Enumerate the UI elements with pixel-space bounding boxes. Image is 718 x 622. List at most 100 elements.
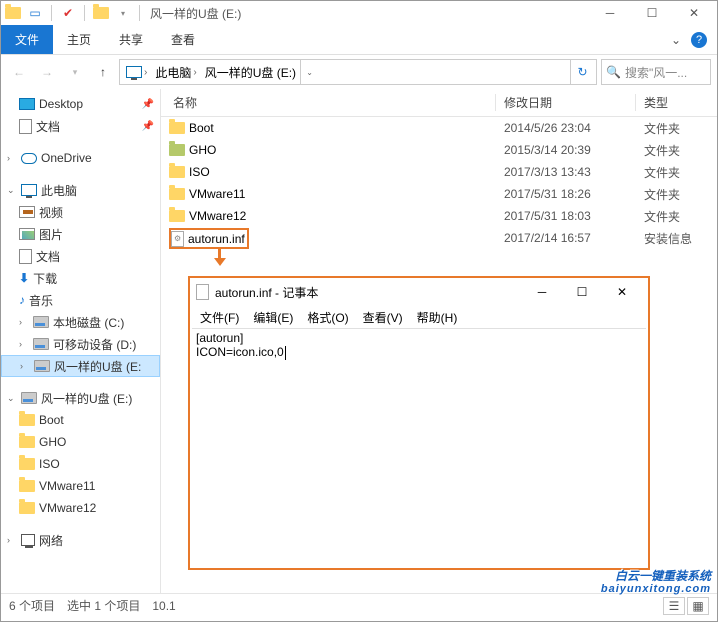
notepad-minimize-button[interactable]: ─ <box>522 278 562 306</box>
folder-icon <box>19 458 35 470</box>
text-cursor <box>285 346 286 360</box>
tree-folder-boot[interactable]: Boot <box>1 409 160 431</box>
disk-icon <box>34 360 50 372</box>
minimize-button[interactable]: ─ <box>589 1 631 25</box>
tree-folder-vmware11[interactable]: VMware11 <box>1 475 160 497</box>
back-button[interactable]: ← <box>7 60 31 84</box>
breadcrumb-bar[interactable]: › 此电脑› 风一样的U盘 (E:) ⌄ ↻ <box>119 59 597 85</box>
tab-file[interactable]: 文件 <box>1 25 53 54</box>
disk-icon <box>33 338 49 350</box>
forward-button[interactable]: → <box>35 60 59 84</box>
tab-share[interactable]: 共享 <box>105 25 157 54</box>
status-item-count: 6 个项目 <box>9 597 55 614</box>
tree-network[interactable]: ›网络 <box>1 529 160 551</box>
list-item[interactable]: VMware122017/5/31 18:03文件夹 <box>161 205 717 227</box>
pin-icon: 📌 <box>142 121 154 132</box>
list-item[interactable]: Boot2014/5/26 23:04文件夹 <box>161 117 717 139</box>
tree-videos[interactable]: 视频 <box>1 201 160 223</box>
folder-icon <box>19 436 35 448</box>
tree-downloads[interactable]: ⬇下载 <box>1 267 160 289</box>
notepad-text-area[interactable]: [autorun] ICON=icon.ico,0 <box>192 328 646 566</box>
inf-file-icon <box>171 231 184 247</box>
notepad-menu-file[interactable]: 文件(F) <box>194 309 245 326</box>
column-date[interactable]: 修改日期 <box>496 94 636 111</box>
notepad-maximize-button[interactable]: ☐ <box>562 278 602 306</box>
view-icons-button[interactable]: ▦ <box>687 597 709 615</box>
view-details-button[interactable]: ☰ <box>663 597 685 615</box>
search-placeholder: 搜索"风一... <box>625 64 687 81</box>
tree-folder-gho[interactable]: GHO <box>1 431 160 453</box>
status-size: 10.1 <box>152 599 175 613</box>
quick-access-toolbar: ▭ ✔ ▾ <box>3 3 144 23</box>
tab-view[interactable]: 查看 <box>157 25 209 54</box>
desktop-icon <box>19 98 35 110</box>
list-item-autorun[interactable]: autorun.inf 2017/2/14 16:57安装信息 <box>161 227 717 249</box>
tree-folder-iso[interactable]: ISO <box>1 453 160 475</box>
notepad-title: autorun.inf - 记事本 <box>215 284 318 301</box>
notepad-menu-bar[interactable]: 文件(F) 编辑(E) 格式(O) 查看(V) 帮助(H) <box>190 306 648 328</box>
tree-drive-d[interactable]: ›可移动设备 (D:) <box>1 333 160 355</box>
folder-icon <box>169 210 185 222</box>
tree-music[interactable]: ♪音乐 <box>1 289 160 311</box>
folder-icon <box>169 166 185 178</box>
crumb-drive[interactable]: 风一样的U盘 (E:) <box>205 64 296 81</box>
qat-check-icon[interactable]: ✔ <box>58 3 78 23</box>
tree-documents[interactable]: 文档📌 <box>1 115 160 137</box>
list-item[interactable]: GHO2015/3/14 20:39文件夹 <box>161 139 717 161</box>
picture-icon <box>19 228 35 240</box>
up-button[interactable]: ↑ <box>91 60 115 84</box>
tab-home[interactable]: 主页 <box>53 25 105 54</box>
window-titlebar: ▭ ✔ ▾ 风一样的U盘 (E:) ─ ☐ ✕ <box>1 1 717 25</box>
watermark: 白云一键重装系统 baiyunxitong.com <box>601 570 711 595</box>
notepad-menu-view[interactable]: 查看(V) <box>357 309 409 326</box>
list-item[interactable]: ISO2017/3/13 13:43文件夹 <box>161 161 717 183</box>
tree-this-pc[interactable]: ⌄此电脑 <box>1 179 160 201</box>
breadcrumb-dropdown-icon[interactable]: ⌄ <box>300 60 318 84</box>
qat-properties-icon[interactable]: ▭ <box>25 3 45 23</box>
close-button[interactable]: ✕ <box>673 1 715 25</box>
ribbon-tabs: 文件 主页 共享 查看 ⌄ ? <box>1 25 717 55</box>
tree-folder-vmware12[interactable]: VMware12 <box>1 497 160 519</box>
notepad-close-button[interactable]: ✕ <box>602 278 642 306</box>
tree-pictures[interactable]: 图片 <box>1 223 160 245</box>
qat-dropdown-icon[interactable]: ▾ <box>113 3 133 23</box>
tree-desktop[interactable]: Desktop📌 <box>1 93 160 115</box>
folder-icon <box>169 188 185 200</box>
crumb-pc[interactable]: 此电脑 <box>155 64 191 81</box>
tree-drive-c[interactable]: ›本地磁盘 (C:) <box>1 311 160 333</box>
status-bar: 6 个项目 选中 1 个项目 10.1 ☰ ▦ <box>1 593 717 617</box>
pc-icon <box>21 184 37 196</box>
notepad-menu-edit[interactable]: 编辑(E) <box>247 309 299 326</box>
disk-icon <box>33 316 49 328</box>
column-headers[interactable]: 名称 修改日期 类型 <box>161 89 717 117</box>
status-selected-count: 选中 1 个项目 <box>67 597 140 614</box>
notepad-menu-help[interactable]: 帮助(H) <box>411 309 464 326</box>
navigation-tree[interactable]: Desktop📌 文档📌 ›OneDrive ⌄此电脑 视频 图片 文档 ⬇下载… <box>1 89 161 593</box>
tree-onedrive[interactable]: ›OneDrive <box>1 147 160 169</box>
column-name[interactable]: 名称 <box>161 94 496 111</box>
onedrive-icon <box>21 153 37 164</box>
notepad-titlebar[interactable]: autorun.inf - 记事本 ─ ☐ ✕ <box>190 278 648 306</box>
notepad-window[interactable]: autorun.inf - 记事本 ─ ☐ ✕ 文件(F) 编辑(E) 格式(O… <box>188 276 650 570</box>
document-icon <box>19 119 32 134</box>
folder-icon <box>19 414 35 426</box>
refresh-button[interactable]: ↻ <box>570 60 594 84</box>
pc-icon <box>126 66 142 78</box>
column-type[interactable]: 类型 <box>636 94 717 111</box>
maximize-button[interactable]: ☐ <box>631 1 673 25</box>
list-item[interactable]: VMware112017/5/31 18:26文件夹 <box>161 183 717 205</box>
tree-drive-e-root[interactable]: ⌄风一样的U盘 (E:) <box>1 387 160 409</box>
notepad-menu-format[interactable]: 格式(O) <box>301 309 354 326</box>
video-icon <box>19 206 35 218</box>
search-input[interactable]: 🔍 搜索"风一... <box>601 59 711 85</box>
tree-docs[interactable]: 文档 <box>1 245 160 267</box>
help-icon[interactable]: ? <box>691 32 707 48</box>
music-icon: ♪ <box>19 293 25 307</box>
recent-locations-icon[interactable]: ▾ <box>63 60 87 84</box>
tree-drive-e[interactable]: ›风一样的U盘 (E: <box>1 355 160 377</box>
pin-icon: 📌 <box>142 99 154 110</box>
notepad-app-icon <box>196 284 209 300</box>
annotation-highlight: autorun.inf <box>169 228 249 249</box>
document-icon <box>19 249 32 264</box>
ribbon-expand-icon[interactable]: ⌄ <box>671 33 681 47</box>
